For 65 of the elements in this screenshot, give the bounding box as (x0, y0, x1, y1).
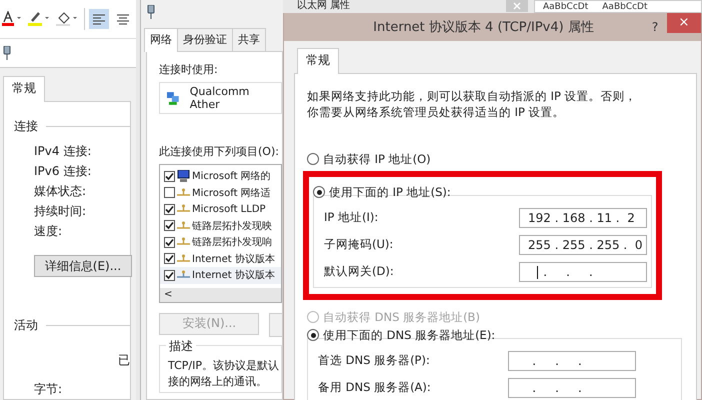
ip-address-field[interactable]: . . . (508, 350, 636, 370)
font-color-icon[interactable] (2, 11, 24, 27)
align-center-icon (117, 14, 129, 24)
field-label: 速度: (33, 223, 64, 240)
general-tab[interactable]: 常规 (297, 48, 339, 74)
field-label: IPv4 连接: (33, 143, 92, 160)
pin-icon (3, 46, 11, 60)
adapter-name: Qualcomm Ather (190, 85, 250, 111)
component-name[interactable]: 链路层拓扑发现响 (192, 235, 272, 250)
field-label: 持续时间: (33, 203, 88, 220)
ip-address-field[interactable]: 192 . 168 . 11 . 2 (519, 208, 647, 228)
close-icon (513, 2, 521, 10)
dialog-title: Internet 协议版本 4 (TCP/IPv4) 属性 (372, 19, 595, 36)
component-name[interactable]: 链路层拓扑发现映 (192, 218, 272, 233)
close-button[interactable]: × (667, 13, 701, 33)
field-label: 子网掩码(U): (324, 237, 394, 252)
component-name[interactable]: Microsoft LLDP (192, 204, 266, 215)
field-label: IP 地址(I): (324, 210, 378, 225)
horizontal-scrollbar[interactable]: < (160, 288, 281, 302)
intro-text: 如果网络支持此功能，则可以获取自动指派的 IP 设置。否则，你需要从网络系统管理员处获得适当的 IP 设置。 (307, 88, 638, 120)
ip-address-field[interactable]: 255 . 255 . 255 . 0 (519, 234, 647, 254)
details-button[interactable]: 详细信息(E)... (34, 255, 132, 277)
items-label: 此连接使用下列项目(O): (159, 144, 280, 159)
align-left-button[interactable] (89, 9, 109, 29)
checkbox[interactable] (164, 253, 175, 264)
window-title: 以太网 属性 (297, 0, 350, 12)
network-adapter-icon (166, 91, 180, 105)
component-name[interactable]: Internet 协议版本 (192, 252, 275, 266)
cut-text: 已 (118, 353, 130, 367)
help-button[interactable]: ? (643, 20, 667, 34)
radio-option[interactable]: 使用下面的 DNS 服务器地址(E): (307, 326, 682, 344)
section-title: 活动 (14, 317, 38, 334)
description-text: TCP/IP。该协议是默认 (168, 358, 280, 374)
radio-option[interactable]: 使用下面的 IP 地址(S): (313, 183, 652, 201)
tab[interactable]: 网络 (144, 28, 178, 52)
description-text: 接的网络上的通讯。 (168, 374, 268, 390)
field-label: 首选 DNS 服务器(P): (318, 353, 430, 368)
field-label: 备用 DNS 服务器(A): (318, 380, 431, 395)
align-left-icon (93, 14, 105, 24)
checkbox[interactable] (164, 270, 175, 281)
connect-using-label: 连接时使用: (159, 62, 219, 77)
component-name[interactable]: Microsoft 网络的 (192, 169, 271, 184)
ip-address-field[interactable]: . . . (519, 262, 647, 282)
ip-address-field[interactable]: . . . (508, 378, 636, 398)
section-title: 连接 (14, 118, 38, 135)
field-label: 媒体状态: (33, 183, 88, 200)
scroll-left-arrow[interactable]: < (164, 289, 172, 300)
field-label: IPv6 连接: (33, 163, 92, 180)
checkbox[interactable] (164, 187, 175, 198)
component-name[interactable]: Microsoft 网络适 (192, 186, 271, 200)
highlighter-icon[interactable] (28, 11, 52, 27)
general-tab[interactable]: 常规 (3, 76, 45, 102)
field-label: 默认网关(D): (324, 264, 394, 279)
checkbox[interactable] (164, 236, 175, 248)
tab[interactable]: 共享 (232, 28, 266, 51)
group-title: 描述 (166, 338, 196, 354)
radio-option[interactable]: 自动获得 IP 地址(O) (307, 150, 682, 168)
field-label: 字节: (33, 381, 64, 398)
style-sample[interactable]: AaBbCcDt (543, 1, 588, 12)
checkbox[interactable] (164, 220, 175, 232)
computer-icon (177, 170, 190, 182)
checkbox[interactable] (164, 204, 175, 215)
style-sample[interactable]: AaBbCcDt (602, 1, 648, 12)
pin-icon (147, 5, 155, 19)
checkbox[interactable] (164, 170, 175, 182)
